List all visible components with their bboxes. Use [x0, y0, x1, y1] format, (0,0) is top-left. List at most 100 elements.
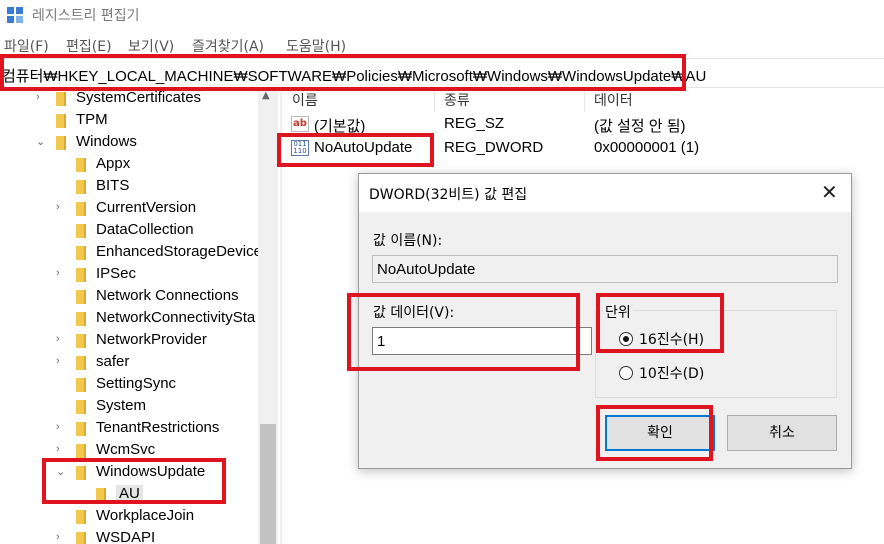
menu-favorites[interactable]: 즐겨찾기(A)	[192, 36, 264, 56]
tree-item-label: AU	[116, 485, 143, 502]
tree-item-label: Windows	[76, 133, 137, 150]
ok-button[interactable]: 확인	[605, 415, 715, 451]
dword-value-icon: 011 110	[291, 140, 309, 156]
tree-item-label: Appx	[96, 155, 131, 172]
tree-item-label: WorkplaceJoin	[96, 507, 195, 524]
tree-item[interactable]: › safer	[0, 352, 258, 374]
folder-icon	[56, 114, 66, 128]
tree-item[interactable]: › WcmSvc	[0, 440, 258, 462]
chevron-down-icon[interactable]: ⌄	[56, 465, 68, 478]
tree-item[interactable]: TPM	[0, 110, 258, 132]
chevron-right-icon[interactable]: ›	[56, 333, 68, 345]
address-bar[interactable]: 컴퓨터₩HKEY_LOCAL_MACHINE₩SOFTWARE₩Policies…	[0, 58, 884, 88]
menu-file[interactable]: 파일(F)	[4, 36, 49, 56]
tree-scrollbar[interactable]: ▲	[258, 88, 278, 544]
tree-item-label: NetworkConnectivitySta	[96, 309, 256, 326]
radio-hex-label[interactable]: 16진수(H)	[639, 329, 704, 349]
chevron-right-icon[interactable]: ›	[56, 201, 68, 213]
folder-icon	[76, 510, 86, 524]
tree-item[interactable]: System	[0, 396, 258, 418]
radio-dec[interactable]	[619, 366, 633, 380]
tree-item-label: SettingSync	[96, 375, 177, 392]
dialog-title-bar[interactable]: DWORD(32비트) 값 편집 ✕	[359, 174, 851, 212]
folder-icon	[76, 532, 86, 544]
folder-icon	[76, 400, 86, 414]
radio-dec-label[interactable]: 10진수(D)	[639, 363, 704, 383]
title-bar: 레지스트리 편집기	[0, 0, 884, 30]
folder-icon	[56, 136, 66, 150]
scroll-up-icon[interactable]: ▲	[262, 90, 270, 101]
tree-item-label: Network Connections	[96, 287, 239, 304]
cancel-button[interactable]: 취소	[727, 415, 837, 451]
tree-item[interactable]: Appx	[0, 154, 258, 176]
tree-item[interactable]: BITS	[0, 176, 258, 198]
value-type: REG_DWORD	[444, 139, 544, 156]
tree-item[interactable]: NetworkConnectivitySta	[0, 308, 258, 330]
value-data-input[interactable]: 1	[372, 327, 592, 355]
menu-edit[interactable]: 편집(E)	[66, 36, 112, 56]
column-header-data[interactable]: 데이터	[594, 90, 633, 110]
column-separator[interactable]	[434, 88, 435, 112]
chevron-right-icon[interactable]: ›	[56, 267, 68, 279]
folder-icon	[76, 246, 86, 260]
radio-hex[interactable]	[619, 332, 633, 346]
base-groupbox	[595, 310, 837, 398]
tree-item[interactable]: › CurrentVersion	[0, 198, 258, 220]
value-name: NoAutoUpdate	[314, 139, 413, 156]
tree-item-label: SystemCertificates	[76, 89, 202, 106]
tree-item[interactable]: › SystemCertificates	[0, 88, 258, 110]
tree-item[interactable]: › IPSec	[0, 264, 258, 286]
chevron-right-icon[interactable]: ›	[56, 443, 68, 455]
tree-item-label: TPM	[76, 111, 108, 128]
tree-item[interactable]: SettingSync	[0, 374, 258, 396]
dialog-title: DWORD(32비트) 값 편집	[369, 187, 528, 203]
folder-icon	[76, 268, 86, 282]
folder-icon	[76, 290, 86, 304]
tree-item-label: WcmSvc	[96, 441, 156, 458]
tree-item[interactable]: EnhancedStorageDevice	[0, 242, 262, 264]
folder-icon	[76, 466, 86, 480]
value-name-label: 값 이름(N):	[373, 233, 443, 249]
column-separator[interactable]	[584, 88, 585, 112]
column-header-type[interactable]: 종류	[444, 90, 470, 110]
tree-item[interactable]: WorkplaceJoin	[0, 506, 258, 528]
chevron-right-icon[interactable]: ›	[56, 421, 68, 433]
tree-item-label: CurrentVersion	[96, 199, 197, 216]
address-path[interactable]: 컴퓨터₩HKEY_LOCAL_MACHINE₩SOFTWARE₩Policies…	[2, 65, 706, 86]
tree-item-label: WindowsUpdate	[96, 463, 206, 480]
folder-icon	[96, 488, 106, 502]
menu-bar: 파일(F) 편집(E) 보기(V) 즐겨찾기(A) 도움말(H)	[0, 34, 884, 56]
column-header-name[interactable]: 이름	[292, 90, 318, 110]
tree-item[interactable]: ⌄ Windows	[0, 132, 258, 154]
tree-item-label: EnhancedStorageDevice	[96, 243, 262, 260]
folder-icon	[76, 422, 86, 436]
tree-item[interactable]: Network Connections	[0, 286, 258, 308]
chevron-right-icon[interactable]: ›	[56, 355, 68, 367]
folder-icon	[76, 202, 86, 216]
tree-item-label: safer	[96, 353, 130, 370]
tree-item-label: BITS	[96, 177, 130, 194]
tree-item-label: DataCollection	[96, 221, 194, 238]
chevron-right-icon[interactable]: ›	[56, 531, 68, 543]
folder-icon	[76, 378, 86, 392]
string-value-icon: ab	[291, 116, 309, 132]
tree-item-label: TenantRestrictions	[96, 419, 220, 436]
menu-help[interactable]: 도움말(H)	[286, 36, 346, 56]
value-data-label: 값 데이터(V):	[373, 305, 455, 321]
close-icon[interactable]: ✕	[821, 180, 838, 204]
base-label: 단위	[603, 302, 633, 322]
tree-item[interactable]: DataCollection	[0, 220, 258, 242]
value-name-field: NoAutoUpdate	[372, 255, 838, 283]
tree-item[interactable]: › NetworkProvider	[0, 330, 258, 352]
chevron-right-icon[interactable]: ›	[36, 91, 48, 103]
tree-item[interactable]: › TenantRestrictions	[0, 418, 258, 440]
tree-item[interactable]: ⌄ WindowsUpdate	[0, 462, 258, 484]
tree-item-label: NetworkProvider	[96, 331, 207, 348]
value-type: REG_SZ	[444, 115, 505, 132]
folder-icon	[76, 334, 86, 348]
chevron-down-icon[interactable]: ⌄	[36, 135, 48, 148]
tree-item[interactable]: AU	[0, 484, 258, 506]
tree-item[interactable]: › WSDAPI	[0, 528, 258, 544]
tree-scrollbar-thumb[interactable]	[260, 424, 276, 544]
menu-view[interactable]: 보기(V)	[128, 36, 174, 56]
